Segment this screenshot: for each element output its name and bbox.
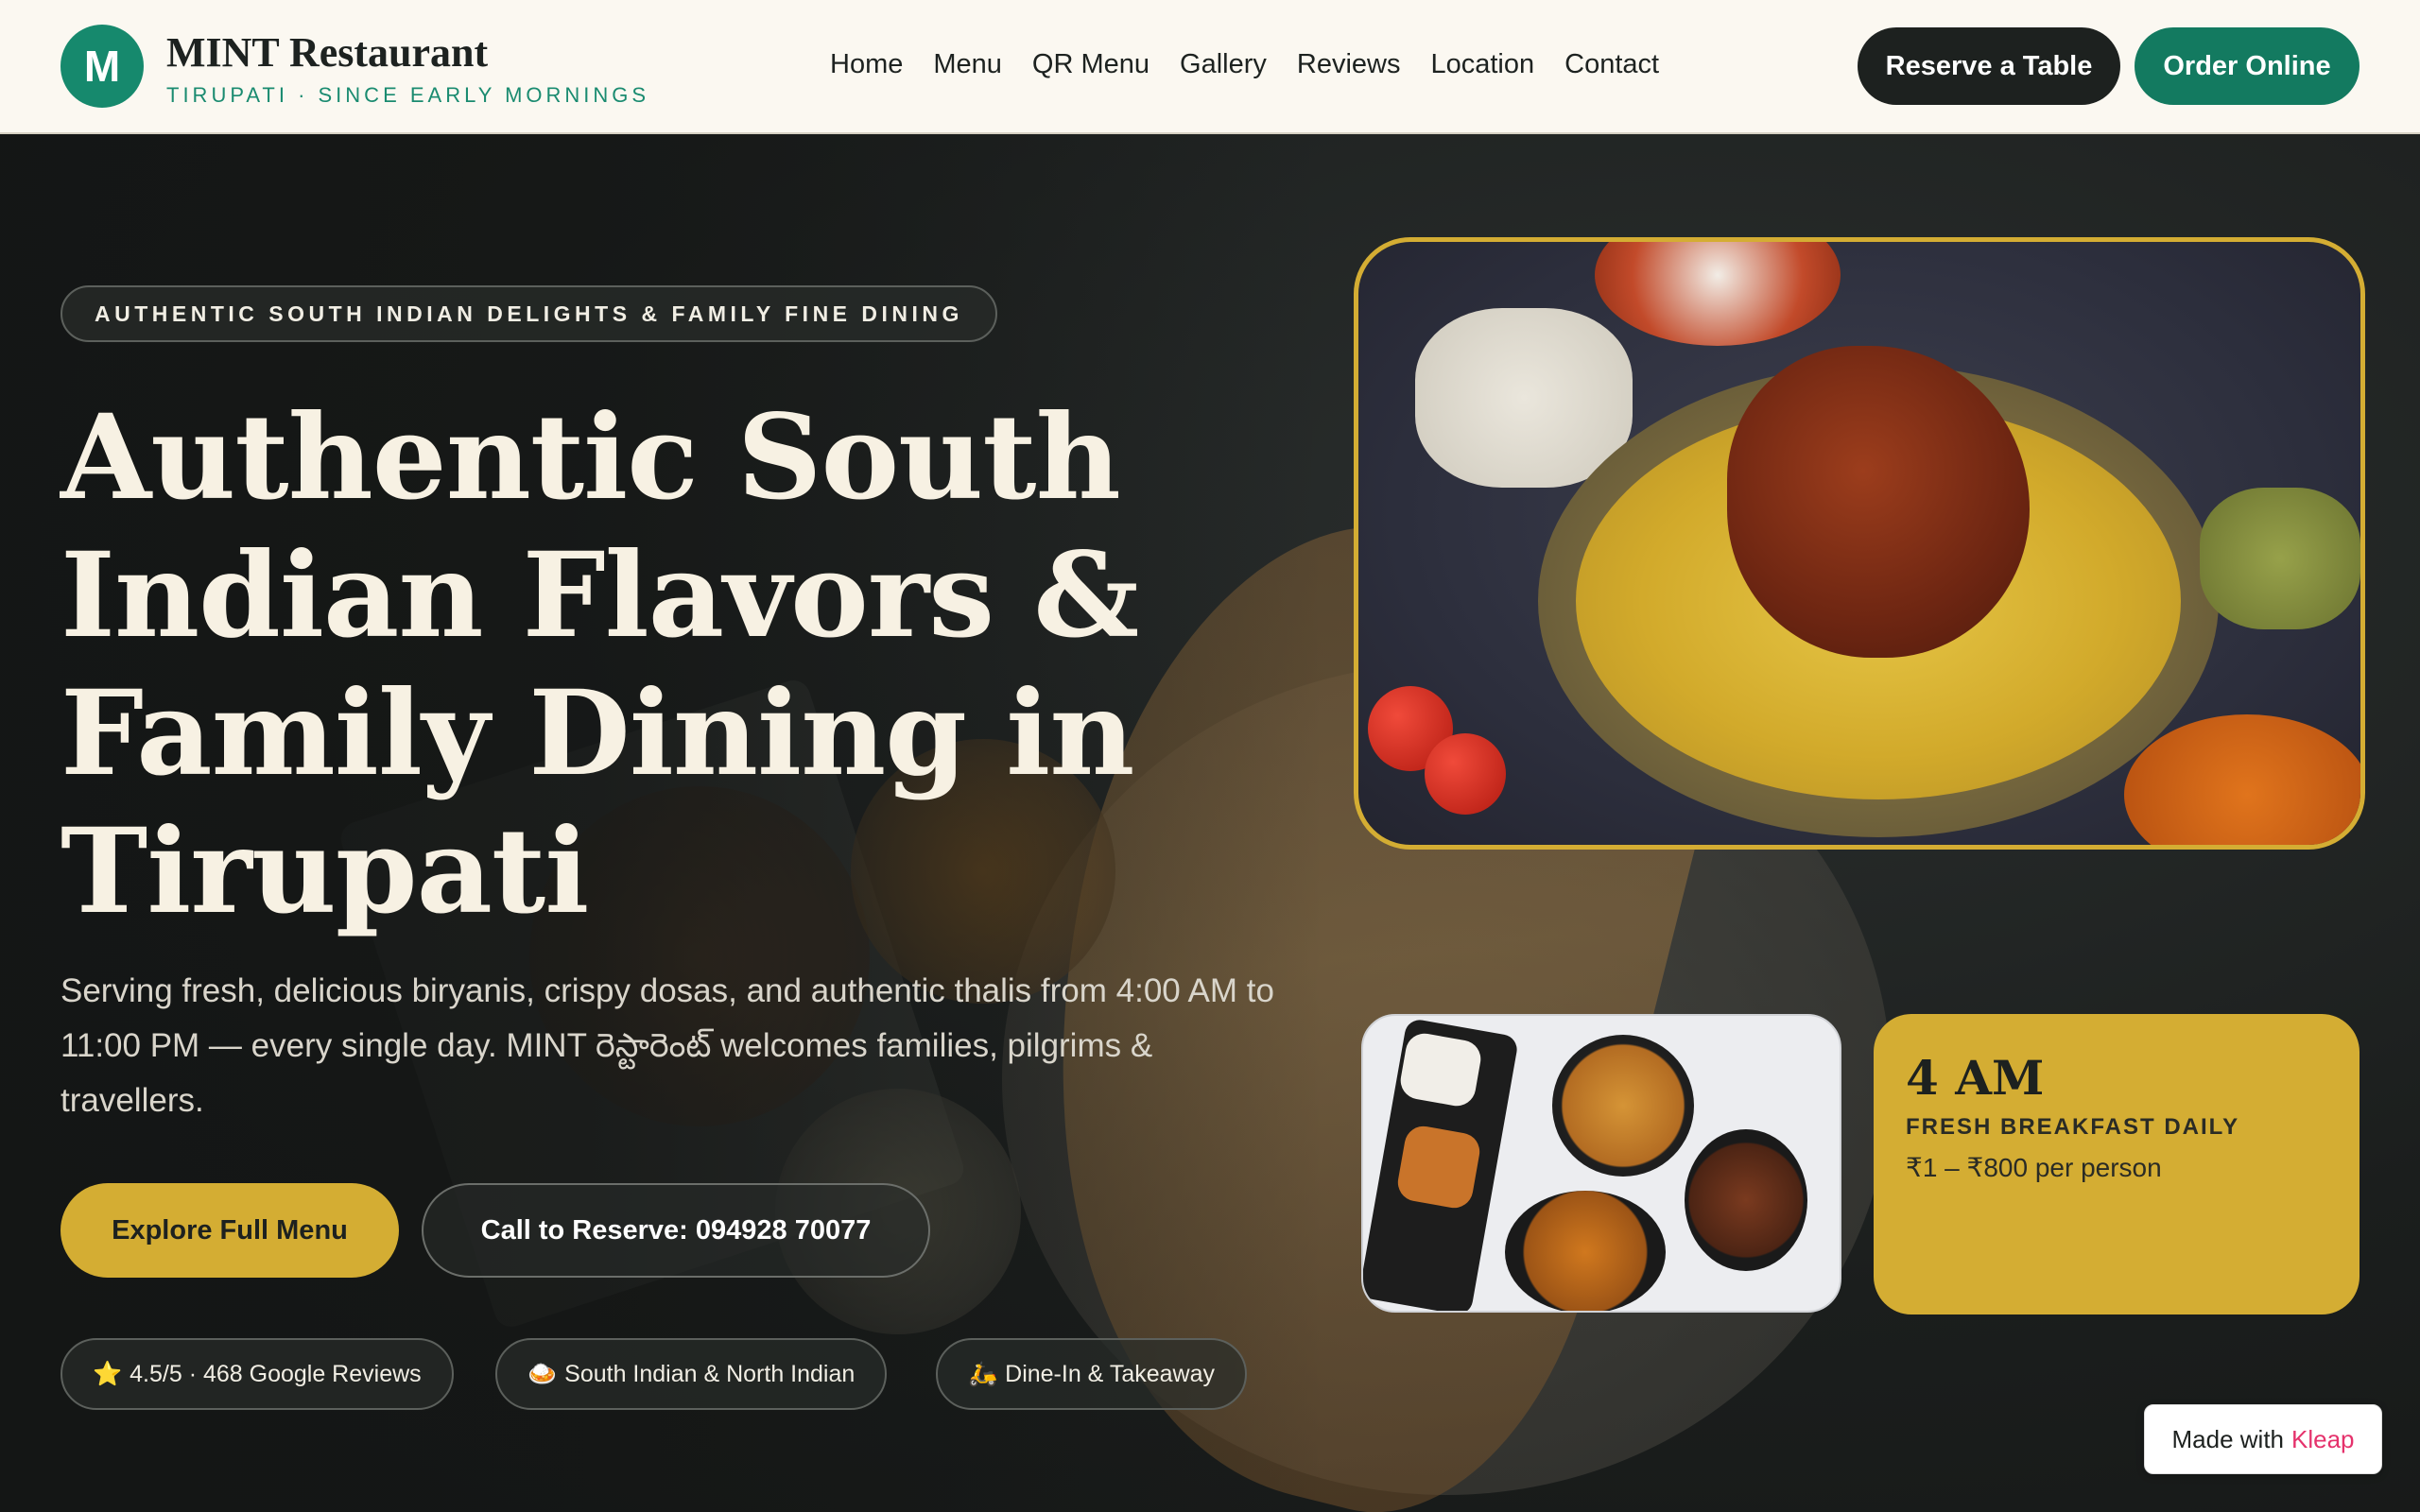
nav-menu[interactable]: Menu — [933, 49, 1002, 80]
rating-chip: ⭐ 4.5/5 · 468 Google Reviews — [60, 1338, 454, 1410]
breakfast-label: FRESH BREAKFAST DAILY — [1906, 1114, 2240, 1140]
cuisine-chip: 🍛 South Indian & North Indian — [495, 1338, 888, 1410]
logo-badge[interactable]: M — [60, 25, 144, 108]
hero-subtitle: Serving fresh, delicious biryanis, crisp… — [60, 972, 1274, 1119]
biryani-photo — [1354, 237, 2365, 850]
opening-time: 4 AM — [1906, 1050, 2045, 1106]
thali-chicken-cup — [1685, 1129, 1807, 1271]
breakfast-info-card: 4 AM FRESH BREAKFAST DAILY ₹1 – ₹800 per… — [1874, 1014, 2360, 1314]
nav-qr-menu[interactable]: QR Menu — [1032, 49, 1150, 80]
onion-bowl — [1595, 242, 1841, 346]
explore-menu-button[interactable]: Explore Full Menu — [60, 1183, 399, 1278]
service-chip-label: Dine-In & Takeaway — [1005, 1360, 1216, 1387]
made-with-kleap-badge[interactable]: Made with Kleap — [2144, 1404, 2382, 1474]
nav-gallery[interactable]: Gallery — [1180, 49, 1267, 80]
site-header: M MINT Restaurant TIRUPATI · SINCE EARLY… — [0, 0, 2420, 134]
thali-curry-cup — [1505, 1191, 1666, 1311]
brand-name[interactable]: MINT Restaurant — [166, 28, 488, 77]
service-chip: 🛵 Dine-In & Takeaway — [936, 1338, 1248, 1410]
cuisine-chip-label: South Indian & North Indian — [564, 1360, 856, 1387]
call-to-reserve-button[interactable]: Call to Reserve: 094928 70077 — [422, 1183, 930, 1278]
made-with-prefix: Made with — [2171, 1424, 2285, 1453]
rating-chip-label: 4.5/5 · 468 Google Reviews — [130, 1360, 422, 1387]
star-icon: ⭐ — [93, 1360, 123, 1387]
nav-location[interactable]: Location — [1430, 49, 1534, 80]
thali-photo — [1361, 1014, 1841, 1313]
hero-eyebrow-pill: AUTHENTIC SOUTH INDIAN DELIGHTS & FAMILY… — [60, 285, 997, 342]
nav-reviews[interactable]: Reviews — [1297, 49, 1401, 80]
food-bowl-icon: 🍛 — [527, 1360, 558, 1387]
raita-bowl — [1415, 308, 1633, 488]
price-range: ₹1 – ₹800 per person — [1906, 1153, 2162, 1182]
reserve-table-button[interactable]: Reserve a Table — [1858, 27, 2120, 105]
order-online-button[interactable]: Order Online — [2135, 27, 2360, 105]
nav-contact[interactable]: Contact — [1564, 49, 1659, 80]
nav-home[interactable]: Home — [830, 49, 903, 80]
tomato — [1425, 733, 1506, 815]
hero-title: Authentic South Indian Flavors & Family … — [60, 389, 1139, 940]
curry-bowl — [2124, 714, 2360, 845]
scooter-icon: 🛵 — [968, 1360, 998, 1387]
kleap-brand: Kleap — [2291, 1424, 2355, 1453]
thali-biryani-cup — [1552, 1035, 1694, 1177]
green-chutney-bowl — [2200, 488, 2360, 629]
thali-dal — [1394, 1123, 1483, 1211]
brand-tagline: TIRUPATI · SINCE EARLY MORNINGS — [166, 83, 650, 107]
thali-raita — [1397, 1030, 1484, 1109]
main-nav: Home Menu QR Menu Gallery Reviews Locati… — [830, 49, 1689, 80]
